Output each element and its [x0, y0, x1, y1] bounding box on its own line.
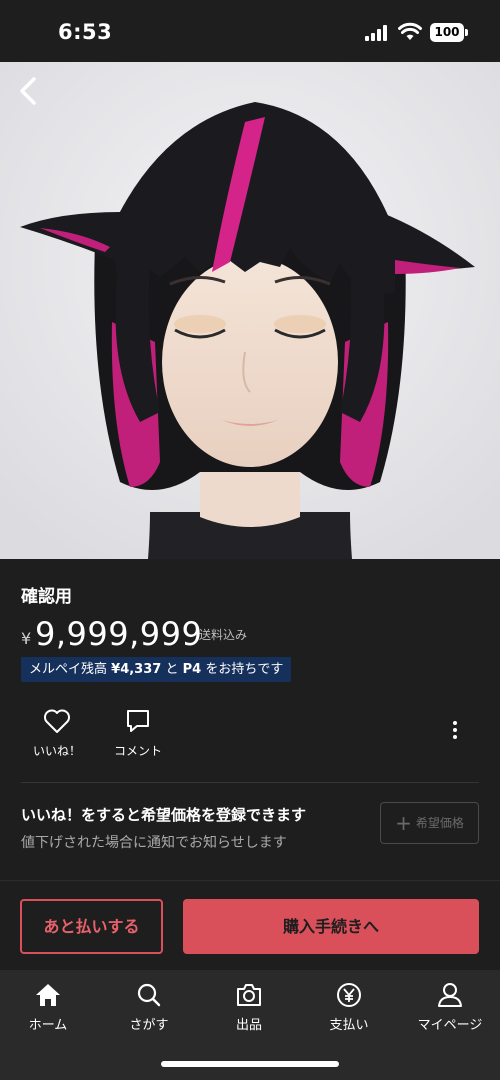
like-button[interactable]: いいね！: [21, 708, 93, 764]
product-title: 確認用: [21, 587, 72, 607]
tab-mypage-label: マイページ: [417, 1018, 483, 1033]
tab-home[interactable]: ホーム: [3, 982, 93, 1033]
yen-circle-icon: [337, 983, 361, 1007]
purchase-bar: あと払いする 購入手続きへ: [0, 880, 500, 970]
plus-icon: +: [395, 811, 412, 835]
merpay-balance-banner: メルペイ残高 ¥4,337 と P4 をお持ちです: [21, 657, 292, 682]
search-icon: [137, 983, 161, 1007]
tab-home-label: ホーム: [28, 1018, 68, 1033]
battery-icon: 100: [430, 23, 464, 42]
merpay-points: P4: [182, 662, 202, 677]
merpay-suffix: をお持ちです: [205, 662, 284, 677]
more-options-icon[interactable]: [444, 718, 466, 748]
wish-price-button[interactable]: + 希望価格: [380, 802, 479, 844]
product-price: 9,999,999: [35, 615, 203, 653]
wig-mannequin-photo: [0, 62, 500, 559]
comment-button[interactable]: コメント: [102, 708, 174, 764]
pay-later-button[interactable]: あと払いする: [20, 899, 163, 954]
wish-price-title: いいね！をすると希望価格を登録できます: [21, 806, 307, 824]
tab-sell[interactable]: 出品: [204, 982, 294, 1033]
cellular-signal-icon: [365, 25, 391, 41]
person-icon: [438, 983, 462, 1007]
wish-price-button-label: 希望価格: [415, 816, 464, 830]
home-indicator[interactable]: [161, 1061, 339, 1067]
battery-tip: [465, 29, 468, 36]
wish-price-subtitle: 値下げされた場合に通知でお知らせします: [21, 835, 287, 851]
heart-icon: [44, 709, 70, 733]
shipping-note: 送料込み: [199, 628, 248, 642]
divider: [21, 782, 479, 783]
back-chevron-icon[interactable]: [14, 74, 44, 108]
tab-payment[interactable]: 支払い: [304, 982, 394, 1033]
tab-sell-label: 出品: [235, 1018, 262, 1033]
tab-payment-label: 支払い: [329, 1018, 369, 1033]
tab-search-label: さがす: [129, 1018, 169, 1033]
currency-symbol: ¥: [21, 629, 32, 648]
battery-level: 100: [434, 25, 460, 39]
comment-label: コメント: [113, 744, 162, 758]
wifi-icon: [398, 22, 422, 40]
merpay-prefix: メルペイ残高: [29, 662, 108, 677]
checkout-button[interactable]: 購入手続きへ: [183, 899, 479, 954]
tab-search[interactable]: さがす: [104, 982, 194, 1033]
comment-icon: [127, 710, 149, 732]
home-icon: [36, 984, 60, 1006]
camera-icon: [237, 984, 261, 1006]
status-time: 6:53: [58, 20, 113, 44]
merpay-connector: と: [165, 662, 179, 677]
status-bar: 6:53 100: [0, 0, 500, 62]
merpay-balance: ¥4,337: [111, 662, 162, 677]
like-label: いいね！: [32, 744, 81, 758]
tab-mypage[interactable]: マイページ: [405, 982, 495, 1033]
tab-bar: ホーム さがす 出品 支払い マイページ: [0, 970, 500, 1080]
product-image[interactable]: [0, 62, 500, 559]
